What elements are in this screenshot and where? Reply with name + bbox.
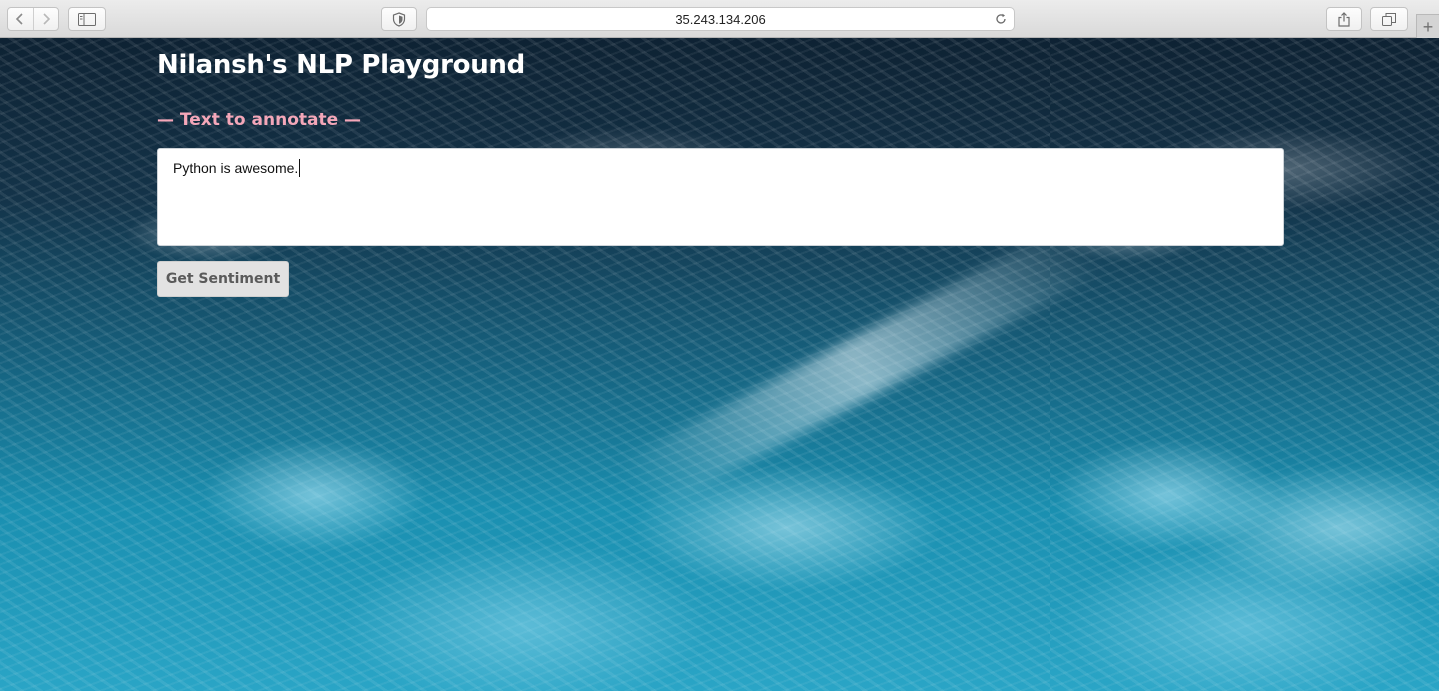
chevron-left-icon (16, 13, 24, 25)
new-tab-button[interactable]: + (1416, 14, 1439, 38)
page-title: Nilansh's NLP Playground (157, 50, 525, 80)
address-bar[interactable]: 35.243.134.206 (426, 7, 1015, 31)
share-icon (1338, 11, 1350, 27)
reload-icon (996, 13, 1006, 24)
textarea-value: Python is awesome. (173, 160, 299, 176)
web-page: Nilansh's NLP Playground — Text to annot… (0, 38, 1439, 691)
tab-overview-button[interactable] (1370, 7, 1408, 31)
section-label: — Text to annotate — (157, 110, 362, 130)
sidebar-icon (78, 12, 96, 26)
address-text: 35.243.134.206 (675, 11, 766, 27)
text-to-annotate-input[interactable]: Python is awesome. (157, 148, 1284, 246)
browser-toolbar: 35.243.134.206 + (0, 0, 1439, 38)
nav-buttons (7, 7, 59, 31)
tabs-overview-icon (1382, 12, 1396, 26)
ocean-background-image-repeat (1050, 38, 1439, 691)
reload-button[interactable] (994, 12, 1008, 26)
plus-icon: + (1422, 16, 1434, 37)
forward-button[interactable] (32, 8, 58, 30)
sidebar-button[interactable] (68, 7, 106, 31)
back-button[interactable] (8, 8, 33, 30)
share-button[interactable] (1326, 7, 1362, 31)
chevron-right-icon (43, 13, 51, 25)
privacy-report-button[interactable] (381, 7, 417, 31)
text-caret (299, 159, 300, 177)
shield-icon (392, 11, 406, 27)
get-sentiment-button[interactable]: Get Sentiment (157, 261, 289, 297)
